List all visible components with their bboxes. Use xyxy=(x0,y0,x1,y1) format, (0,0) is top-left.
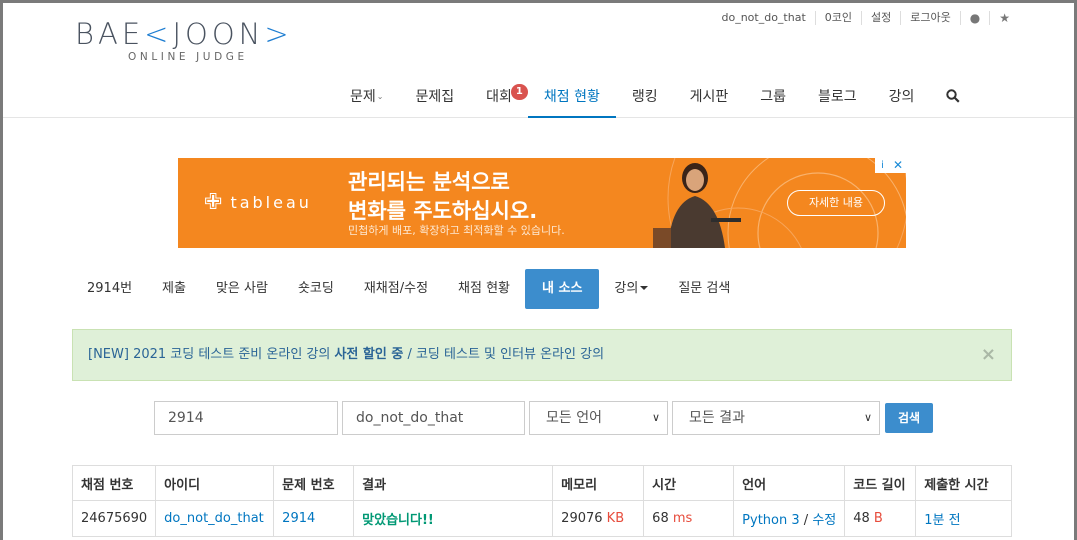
tab-rejudge[interactable]: 재채점/수정 xyxy=(349,269,443,309)
cell-time: 68 ms xyxy=(643,500,735,537)
submitted-time-link[interactable]: 1분 전 xyxy=(924,513,960,528)
notice-link[interactable]: [NEW] 2021 코딩 테스트 준비 온라인 강의 사전 할인 중 / 코딩… xyxy=(88,347,604,362)
col-problem: 문제 번호 xyxy=(273,465,355,501)
ad-headline: 관리되는 분석으로 변화를 주도하십시오. xyxy=(348,170,538,223)
col-memory: 메모리 xyxy=(552,465,645,501)
nav-ranking[interactable]: 랭킹 xyxy=(616,78,674,118)
nav-group[interactable]: 그룹 xyxy=(744,78,802,118)
user-id-input[interactable]: do_not_do_that xyxy=(342,401,525,435)
contest-badge: 1 xyxy=(510,84,528,100)
chevron-down-icon: ⌄ xyxy=(376,92,384,101)
nav-board[interactable]: 게시판 xyxy=(674,78,745,118)
tab-problem[interactable]: 2914번 xyxy=(72,269,147,309)
edit-source-link[interactable]: 수정 xyxy=(812,513,836,528)
tab-submit[interactable]: 제출 xyxy=(147,269,201,309)
status-table: 채점 번호 아이디 문제 번호 결과 메모리 시간 언어 코드 길이 제출한 시… xyxy=(71,465,1012,537)
top-user-bar: do_not_do_that 0코인 설정 로그아웃 ● ★ xyxy=(712,11,1019,25)
main-nav: 문제⌄ 문제집 대회 1 채점 현황 랭킹 게시판 그룹 블로그 강의 xyxy=(334,78,976,118)
site-logo[interactable]: BAE<JOON> ONLINE JUDGE xyxy=(75,18,293,63)
tab-my-source[interactable]: 내 소스 xyxy=(525,269,600,309)
settings-link[interactable]: 설정 xyxy=(861,11,900,25)
ad-learn-more-button[interactable]: 자세한 내용 xyxy=(787,190,885,216)
cell-language: Python 3 / 수정 xyxy=(733,500,846,537)
star-icon[interactable]: ★ xyxy=(989,11,1019,25)
cell-submission-id: 24675690 xyxy=(71,500,157,537)
ad-banner[interactable]: ✙ tableau 관리되는 분석으로 변화를 주도하십시오. 민첩하게 배포, 확… xyxy=(178,158,906,248)
problem-subnav: 2914번 제출 맞은 사람 숏코딩 재채점/수정 채점 현황 내 소스 강의 … xyxy=(72,269,745,309)
tab-short-coding[interactable]: 숏코딩 xyxy=(283,269,349,309)
nav-status[interactable]: 채점 현황 xyxy=(527,78,616,118)
cell-result: 맞았습니다!! xyxy=(353,500,554,537)
tab-status[interactable]: 채점 현황 xyxy=(443,269,525,309)
language-select[interactable]: 모든 언어 ∨ xyxy=(529,401,668,435)
cell-user: do_not_do_that xyxy=(155,500,275,537)
search-button[interactable]: 검색 xyxy=(885,403,934,433)
logout-link[interactable]: 로그아웃 xyxy=(900,11,959,25)
coins-link[interactable]: 0코인 xyxy=(814,11,861,25)
problem-link[interactable]: 2914 xyxy=(282,511,315,526)
notice-alert: [NEW] 2021 코딩 테스트 준비 온라인 강의 사전 할인 중 / 코딩… xyxy=(72,329,1012,381)
problem-id-input[interactable]: 2914 xyxy=(154,401,338,435)
col-result: 결과 xyxy=(353,465,554,501)
cell-problem: 2914 xyxy=(273,500,355,537)
col-submission-id: 채점 번호 xyxy=(71,465,157,501)
cell-code-length: 48 B xyxy=(844,500,917,537)
nav-contest[interactable]: 대회 1 xyxy=(470,78,528,118)
nav-workbook[interactable]: 문제집 xyxy=(399,78,470,118)
table-header-row: 채점 번호 아이디 문제 번호 결과 메모리 시간 언어 코드 길이 제출한 시… xyxy=(71,465,1012,501)
col-time: 시간 xyxy=(643,465,735,501)
ad-person-image xyxy=(653,163,741,248)
status-search-form: 2914 do_not_do_that 모든 언어 ∨ 모든 결과 ∨ 검색 xyxy=(154,401,934,435)
nav-lecture[interactable]: 강의 xyxy=(873,78,931,118)
globe-icon[interactable]: ● xyxy=(959,11,989,25)
logo-wordmark: BAE<JOON> xyxy=(75,17,293,51)
tab-question-search[interactable]: 질문 검색 xyxy=(663,269,745,309)
tableau-logo: ✙ tableau xyxy=(204,190,312,215)
nav-problems[interactable]: 문제⌄ xyxy=(334,78,399,118)
cell-submitted-time: 1분 전 xyxy=(915,500,1012,537)
ad-info-icon[interactable]: i xyxy=(875,158,890,173)
col-code-length: 코드 길이 xyxy=(844,465,917,501)
caret-down-icon xyxy=(640,286,649,290)
logo-subtitle: ONLINE JUDGE xyxy=(128,51,248,63)
search-icon[interactable] xyxy=(930,78,976,118)
chevron-down-icon: ∨ xyxy=(863,411,872,424)
ad-close-icon[interactable]: ✕ xyxy=(890,158,906,173)
ad-subtext: 민첩하게 배포, 확장하고 최적화할 수 있습니다. xyxy=(348,224,565,237)
username-link[interactable]: do_not_do_that xyxy=(712,11,814,25)
tableau-plus-icon: ✙ xyxy=(204,190,223,215)
table-row: 24675690 do_not_do_that 2914 맞았습니다!! 290… xyxy=(71,500,1012,537)
close-icon[interactable]: × xyxy=(981,330,996,380)
result-select[interactable]: 모든 결과 ∨ xyxy=(672,401,880,435)
language-source-link[interactable]: Python 3 xyxy=(742,513,799,528)
site-header: BAE<JOON> ONLINE JUDGE do_not_do_that 0코… xyxy=(0,0,1077,118)
nav-blog[interactable]: 블로그 xyxy=(802,78,873,118)
result-accepted: 맞았습니다!! xyxy=(362,513,434,528)
cell-memory: 29076 KB xyxy=(552,500,645,537)
tab-solved-users[interactable]: 맞은 사람 xyxy=(201,269,283,309)
col-user: 아이디 xyxy=(155,465,275,501)
user-link[interactable]: do_not_do_that xyxy=(164,511,264,526)
chevron-down-icon: ∨ xyxy=(651,411,660,424)
tab-lecture[interactable]: 강의 xyxy=(599,269,663,309)
col-language: 언어 xyxy=(733,465,846,501)
col-submitted-time: 제출한 시간 xyxy=(915,465,1012,501)
